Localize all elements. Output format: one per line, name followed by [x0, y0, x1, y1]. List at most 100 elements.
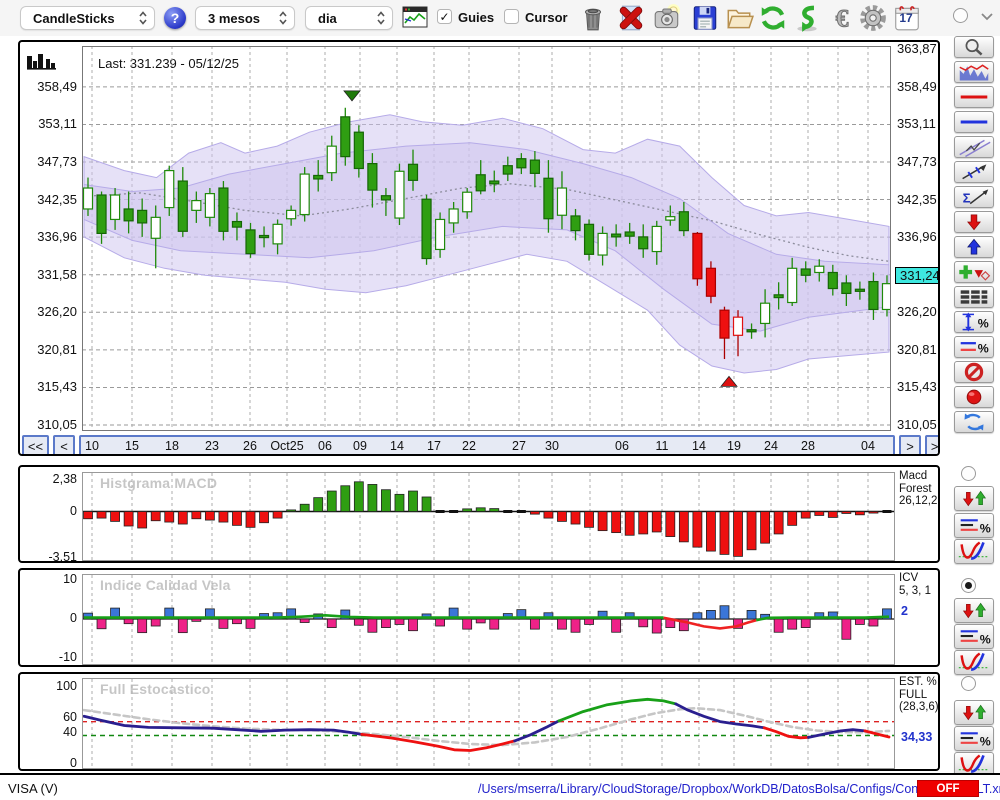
- sto-y-tick-label: 60: [63, 710, 77, 724]
- panel-lines-percent-icon: %: [960, 519, 991, 536]
- icv-lines-percent-button[interactable]: %: [954, 624, 994, 649]
- y-tick-label-left: 331,58: [37, 267, 77, 282]
- scroll-far-right-button[interactable]: >>: [925, 435, 938, 454]
- guies-checkbox[interactable]: ✓: [437, 9, 452, 24]
- red-down-arrow-button[interactable]: [954, 211, 994, 233]
- icv-panel-radio[interactable]: [961, 578, 976, 593]
- date-tick-label: 15: [125, 439, 139, 453]
- channel-tool-icon: [959, 139, 991, 158]
- trend-arrow-button[interactable]: [954, 161, 994, 183]
- last-price-axis-badge: 331,24: [895, 267, 938, 284]
- macd-plot[interactable]: [82, 472, 895, 561]
- red-hline-button[interactable]: [954, 86, 994, 108]
- interval-value: dia: [318, 10, 337, 26]
- add-marker-button[interactable]: [954, 261, 994, 283]
- range-select[interactable]: 3 mesos: [195, 6, 295, 30]
- main-plot[interactable]: [82, 46, 891, 431]
- vertical-percent-icon: %: [962, 312, 989, 332]
- channel-tool-button[interactable]: [954, 136, 994, 158]
- sto-plot[interactable]: [82, 678, 895, 769]
- svg-text:%: %: [980, 633, 991, 647]
- snapshot-icon[interactable]: [652, 3, 682, 33]
- off-toggle[interactable]: OFF: [917, 780, 979, 797]
- macd-panel: Histgrama MACD Macd Forest 26,12,26 2,38 0-…: [18, 465, 940, 563]
- blue-up-arrow-button[interactable]: [954, 236, 994, 258]
- sigma-trend-icon: Σ: [963, 189, 989, 206]
- indicator-chart-button[interactable]: [954, 61, 994, 83]
- sto-lines-percent-button[interactable]: %: [954, 726, 994, 751]
- mini-chart-icon[interactable]: [402, 6, 428, 28]
- tool-sidebar: Σ % % % % %: [948, 0, 1000, 800]
- icv-panel: Indice Calidad Vela ICV 5, 3, 1 2 10 0 -10: [18, 568, 940, 667]
- macd-signal-arrows-button[interactable]: [954, 486, 994, 511]
- date-tick-label: 23: [205, 439, 219, 453]
- sigma-trend-button[interactable]: Σ: [954, 186, 994, 208]
- lines-percent-button[interactable]: %: [954, 336, 994, 358]
- y-tick-label-left: 310,05: [37, 417, 77, 432]
- icv-y-tick-label: 0: [70, 611, 77, 625]
- panel-lines-percent-icon: %: [960, 630, 991, 647]
- euro-icon[interactable]: €: [826, 3, 856, 33]
- delete-x-icon[interactable]: [616, 3, 646, 33]
- forbidden-button[interactable]: [954, 361, 994, 383]
- cursor-checkbox[interactable]: [504, 9, 519, 24]
- svg-text:%: %: [980, 522, 991, 536]
- select-chevrons-icon: [279, 11, 287, 25]
- range-value: 3 mesos: [208, 10, 261, 26]
- check-mark: ✓: [439, 10, 450, 24]
- scroll-far-left-button[interactable]: <<: [22, 435, 49, 454]
- icv-right-value: 2: [901, 604, 908, 618]
- y-tick-label-right: 358,49: [897, 79, 937, 94]
- scroll-right-button[interactable]: >: [899, 435, 921, 454]
- forbidden-icon: [964, 362, 984, 382]
- date-tick-label: 24: [764, 439, 778, 453]
- date-tick-label: 19: [727, 439, 741, 453]
- macd-lines-percent-button[interactable]: %: [954, 513, 994, 538]
- trash-icon[interactable]: [578, 3, 608, 33]
- sto-y-tick-label: 100: [56, 679, 77, 693]
- panel-lines-percent-icon: %: [960, 732, 991, 749]
- blue-refresh-button[interactable]: [954, 411, 994, 433]
- save-icon[interactable]: [690, 3, 720, 33]
- date-tick-label: 22: [462, 439, 476, 453]
- icv-curve-button[interactable]: [954, 650, 994, 675]
- date-tick-label: 11: [655, 439, 669, 453]
- select-chevrons-icon: [377, 11, 385, 25]
- help-button[interactable]: ?: [164, 7, 186, 29]
- sto-y-tick-label: 40: [63, 725, 77, 739]
- macd-panel-radio[interactable]: [961, 466, 976, 481]
- sto-right-label: EST. % FULL (28,3,6): [899, 676, 939, 713]
- chart-type-select[interactable]: CandleSticks: [20, 6, 155, 30]
- triangle-up-marker: [720, 375, 738, 387]
- record-button[interactable]: [954, 386, 994, 408]
- blue-hline-button[interactable]: [954, 111, 994, 133]
- histogram-style-icon: [27, 54, 56, 70]
- y-tick-label-right: 326,20: [897, 304, 937, 319]
- chart-type-value: CandleSticks: [33, 10, 115, 26]
- panel-curve-icon: [958, 541, 990, 560]
- dashed-levels-button[interactable]: [954, 286, 994, 308]
- refresh-icon[interactable]: [758, 3, 788, 33]
- icv-y-tick-label: -10: [58, 650, 77, 664]
- y-tick-label-left: 358,49: [37, 79, 77, 94]
- trend-arrow-icon: [962, 164, 987, 180]
- toolbar: CandleSticks ? 3 mesos dia ✓ Guies Curso…: [0, 0, 1000, 36]
- sto-panel-radio[interactable]: [961, 676, 976, 691]
- y-tick-label-left: 342,35: [37, 192, 77, 207]
- sto-signal-arrows-button[interactable]: [954, 700, 994, 725]
- icv-signal-arrows-button[interactable]: [954, 598, 994, 623]
- open-folder-icon[interactable]: [724, 3, 754, 33]
- guies-label: Guies: [458, 10, 495, 25]
- interval-select[interactable]: dia: [305, 6, 393, 30]
- triangle-down-marker: [343, 90, 361, 102]
- select-chevrons-icon: [139, 11, 147, 25]
- revert-icon[interactable]: [792, 3, 822, 33]
- zoom-button[interactable]: [954, 36, 994, 58]
- record-icon: [966, 389, 982, 405]
- icv-plot[interactable]: [82, 574, 895, 665]
- y-tick-label-right: 310,05: [897, 417, 937, 432]
- y-tick-label-left: 353,11: [38, 116, 77, 131]
- macd-curve-button[interactable]: [954, 539, 994, 564]
- settings-gear-icon[interactable]: [858, 3, 888, 33]
- vertical-percent-button[interactable]: %: [954, 311, 994, 333]
